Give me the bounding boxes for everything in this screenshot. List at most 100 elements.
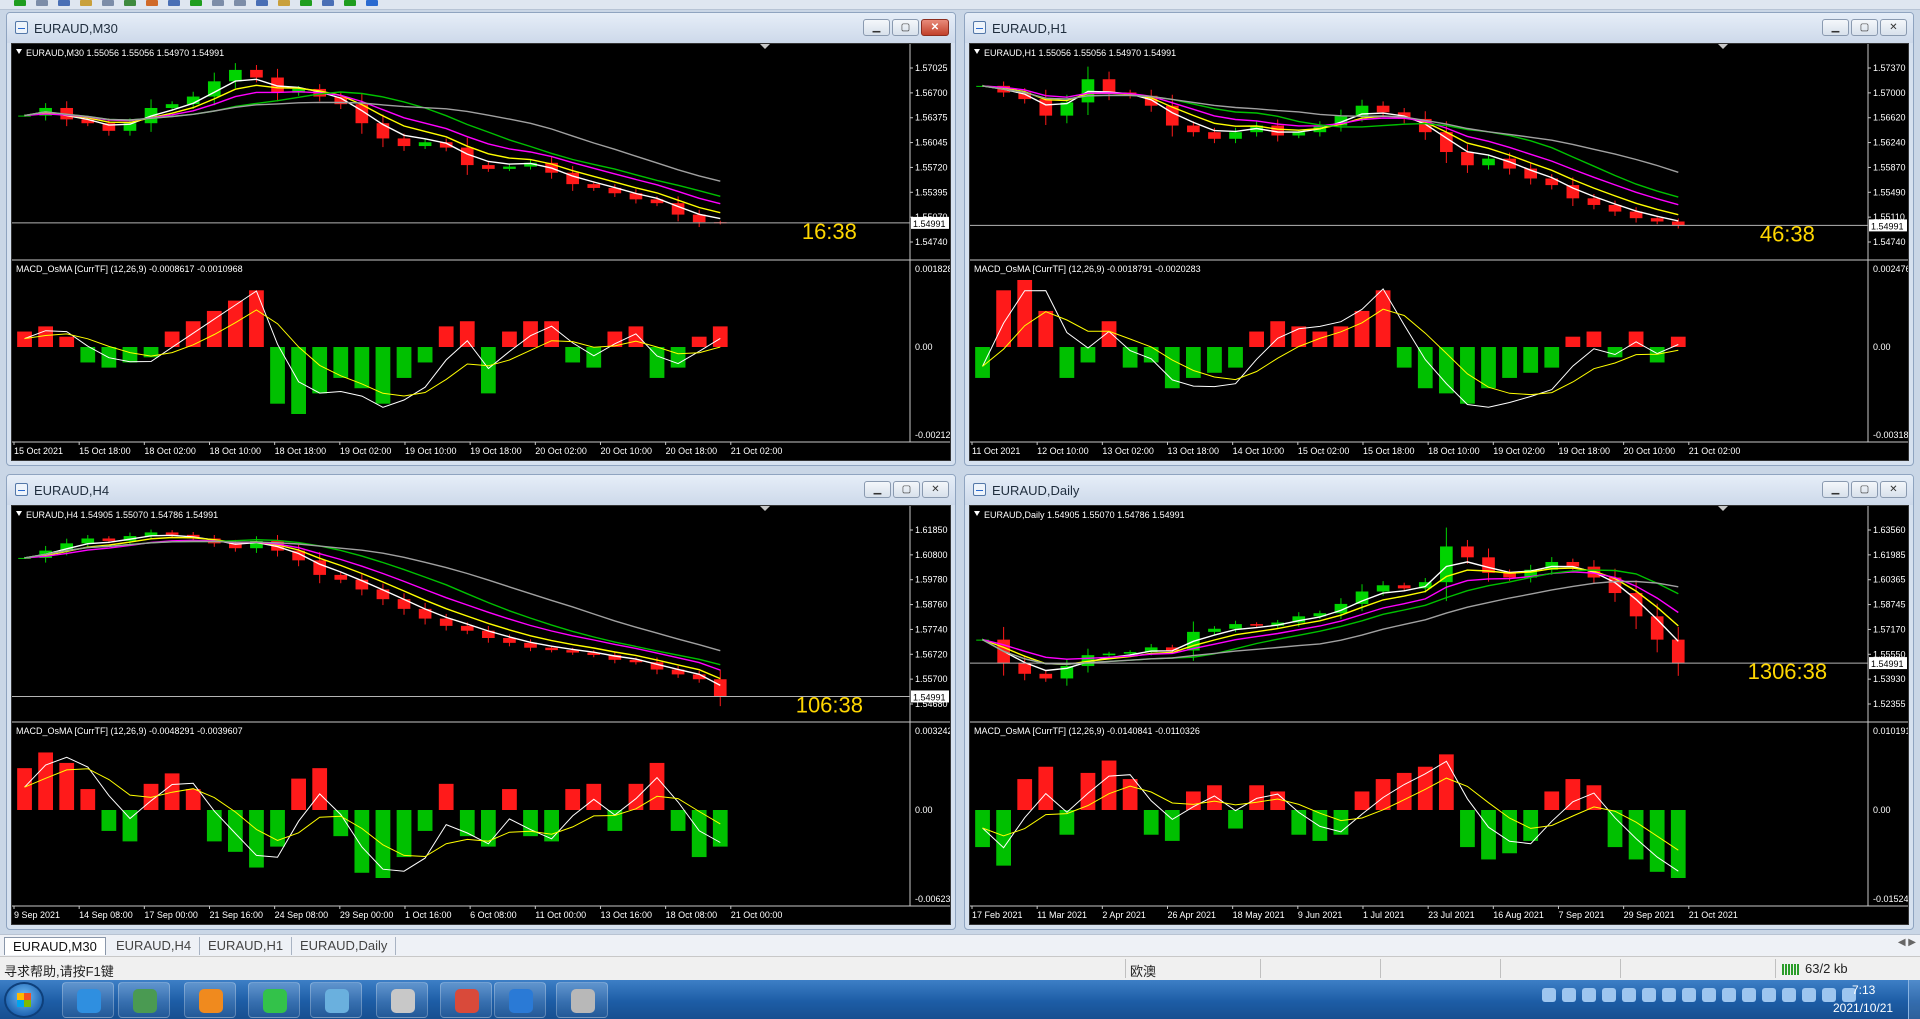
toolbar-icon[interactable] xyxy=(58,0,70,6)
minimize-button[interactable]: ▁ xyxy=(863,19,890,36)
taskbar-terminal-app[interactable] xyxy=(556,982,608,1018)
taskbar-paint-app[interactable] xyxy=(440,982,492,1018)
taskbar-wechat-app[interactable] xyxy=(248,982,300,1018)
chart-window-titlebar[interactable]: EURAUD,H1 ▁ ▢ ✕ xyxy=(965,13,1913,43)
ma-green-line xyxy=(24,538,721,666)
taskbar-desktop-app[interactable] xyxy=(62,982,114,1018)
clock-date[interactable]: 2021/10/21 xyxy=(1833,1001,1893,1015)
chart-window-titlebar[interactable]: EURAUD,H4 ▁ ▢ ✕ xyxy=(7,475,955,505)
taskbar-orange-app[interactable] xyxy=(184,982,236,1018)
toolbar-icon[interactable] xyxy=(234,0,246,6)
time-tick-label: 15 Oct 18:00 xyxy=(1363,446,1415,456)
toolbar-icon[interactable] xyxy=(300,0,312,6)
chart-svg[interactable]: 1.635601.619851.603651.587451.571701.555… xyxy=(970,506,1908,924)
toolbar-icon[interactable] xyxy=(344,0,356,6)
macd-histogram-bar xyxy=(354,810,370,873)
info-collapse-icon xyxy=(16,511,22,516)
taskbar-pen-app[interactable] xyxy=(494,982,546,1018)
close-button[interactable]: ✕ xyxy=(922,481,949,498)
macd-histogram-bar xyxy=(1460,810,1475,848)
minimize-button[interactable]: ▁ xyxy=(864,481,891,498)
price-tick-label: 1.54740 xyxy=(1873,237,1906,247)
macd-tick-label: 0.0101914 xyxy=(1873,726,1908,736)
show-desktop-button[interactable] xyxy=(1908,980,1920,1019)
toolbar-icons[interactable] xyxy=(14,0,378,6)
toolbar-icon[interactable] xyxy=(146,0,158,6)
chart-window-title: EURAUD,Daily xyxy=(992,483,1080,498)
connection-bars-icon xyxy=(1782,964,1800,975)
candle-body xyxy=(1187,125,1200,133)
tab-euraud-daily[interactable]: EURAUD,Daily xyxy=(292,937,397,955)
chart-window-m30[interactable]: EURAUD,M30 ▁ ▢ ✕ 1.57025 1.56700 1.56375 1.560… xyxy=(6,12,956,466)
toolbar-icon[interactable] xyxy=(168,0,180,6)
time-tick-label: 13 Oct 18:00 xyxy=(1167,446,1219,456)
chart-window-h1[interactable]: EURAUD,H1 ▁ ▢ ✕ 1.57370 1.57000 1.56620 1.5624… xyxy=(964,12,1914,466)
start-button[interactable] xyxy=(4,982,44,1018)
chart-info-label: EURAUD,H4 1.54905 1.55070 1.54786 1.5499… xyxy=(26,510,218,520)
macd-label: MACD_OsMA [CurrTF] (12,26,9) -0.0048291 … xyxy=(16,726,243,736)
taskbar-network-app[interactable] xyxy=(118,982,170,1018)
candle-timer: 106:38 xyxy=(796,692,863,717)
minimize-button[interactable]: ▁ xyxy=(1822,481,1849,498)
toolbar-icon[interactable] xyxy=(256,0,268,6)
maximize-button[interactable]: ▢ xyxy=(1851,481,1878,498)
trading-platform: EURAUD,M30 ▁ ▢ ✕ 1.57025 1.56700 1.56375 1.560… xyxy=(0,0,1920,1019)
candle-body xyxy=(229,69,242,82)
toolbar-icon[interactable] xyxy=(278,0,290,6)
macd-histogram-bar xyxy=(438,326,454,347)
macd-histogram-bar xyxy=(1586,331,1602,347)
chart-window-icon xyxy=(15,21,28,34)
toolbar-icon[interactable] xyxy=(366,0,378,6)
tab-euraud-h1[interactable]: EURAUD,H1 xyxy=(200,937,293,955)
toolbar-icon[interactable] xyxy=(322,0,334,6)
minimize-button[interactable]: ▁ xyxy=(1822,19,1849,36)
macd-histogram-bar xyxy=(1017,280,1033,347)
toolbar-icon[interactable] xyxy=(124,0,136,6)
maximize-button[interactable]: ▢ xyxy=(892,19,919,36)
toolbar-icon[interactable] xyxy=(36,0,48,6)
macd-histogram-bar xyxy=(1101,321,1117,347)
chart-svg[interactable]: 1.61850 1.60800 1.59780 1.58760 1.57740 1.567… xyxy=(12,506,950,924)
macd-histogram-bar xyxy=(206,310,222,347)
macd-tick-label: 0.00 xyxy=(915,342,933,352)
chart-canvas[interactable]: 1.57370 1.57000 1.56620 1.56240 1.55870 1.554… xyxy=(969,43,1909,461)
chart-window-daily[interactable]: EURAUD,Daily ▁ ▢ ✕ 1.63560 1.61985 1.60365 1.5… xyxy=(964,474,1914,930)
toolbar-icon[interactable] xyxy=(190,0,202,6)
candle-body xyxy=(1102,653,1116,656)
chart-canvas[interactable]: 1.63560 1.61985 1.60365 1.58745 1.57170 1.555… xyxy=(969,505,1909,925)
time-tick-label: 19 Oct 02:00 xyxy=(1493,446,1545,456)
maximize-button[interactable]: ▢ xyxy=(1851,19,1878,36)
time-tick-label: 24 Sep 08:00 xyxy=(275,910,329,920)
chart-svg[interactable]: 1.57025 1.56700 1.56375 1.56045 1.55720 1.553… xyxy=(12,44,950,460)
close-button[interactable]: ✕ xyxy=(1880,481,1907,498)
taskbar-archive-app[interactable] xyxy=(376,982,428,1018)
system-tray[interactable] xyxy=(1542,988,1856,1002)
taskbar-notes-app[interactable] xyxy=(310,982,362,1018)
chart-window-titlebar[interactable]: EURAUD,Daily ▁ ▢ ✕ xyxy=(965,475,1913,505)
toolbar-icon[interactable] xyxy=(212,0,224,6)
macd-histogram-bar xyxy=(101,810,117,831)
clock-time[interactable]: 7:13 xyxy=(1852,983,1875,997)
tab-euraud-h4[interactable]: EURAUD,H4 xyxy=(108,937,201,955)
chart-canvas[interactable]: 1.57025 1.56700 1.56375 1.56045 1.55720 1.553… xyxy=(11,43,951,461)
chart-window-titlebar[interactable]: EURAUD,M30 ▁ ▢ ✕ xyxy=(7,13,955,43)
close-button[interactable]: ✕ xyxy=(1880,19,1907,36)
price-tick-label: 1.57025 xyxy=(915,63,948,73)
candle-body xyxy=(1566,185,1580,199)
chart-window-h4[interactable]: EURAUD,H4 ▁ ▢ ✕ 1.61850 1.60800 1.59780 1.5876… xyxy=(6,474,956,930)
macd-histogram-bar xyxy=(712,810,728,847)
toolbar-icon[interactable] xyxy=(14,0,26,6)
time-tick-label: 19 Oct 02:00 xyxy=(340,446,392,456)
macd-histogram-bar xyxy=(227,300,243,347)
tab-scroll-arrows-icon[interactable]: ◀ ▶ xyxy=(1898,937,1916,948)
toolbar-icon[interactable] xyxy=(80,0,92,6)
chart-svg[interactable]: 1.57370 1.57000 1.56620 1.56240 1.55870 1.554… xyxy=(970,44,1908,460)
macd-histogram-bar xyxy=(291,347,306,414)
macd-histogram-bar xyxy=(1038,310,1054,347)
chart-canvas[interactable]: 1.61850 1.60800 1.59780 1.58760 1.57740 1.567… xyxy=(11,505,951,925)
toolbar-icon[interactable] xyxy=(102,0,114,6)
tab-euraud-m30[interactable]: EURAUD,M30 xyxy=(4,937,106,955)
maximize-button[interactable]: ▢ xyxy=(893,481,920,498)
close-button[interactable]: ✕ xyxy=(921,19,949,36)
macd-histogram-bar xyxy=(1333,810,1349,835)
